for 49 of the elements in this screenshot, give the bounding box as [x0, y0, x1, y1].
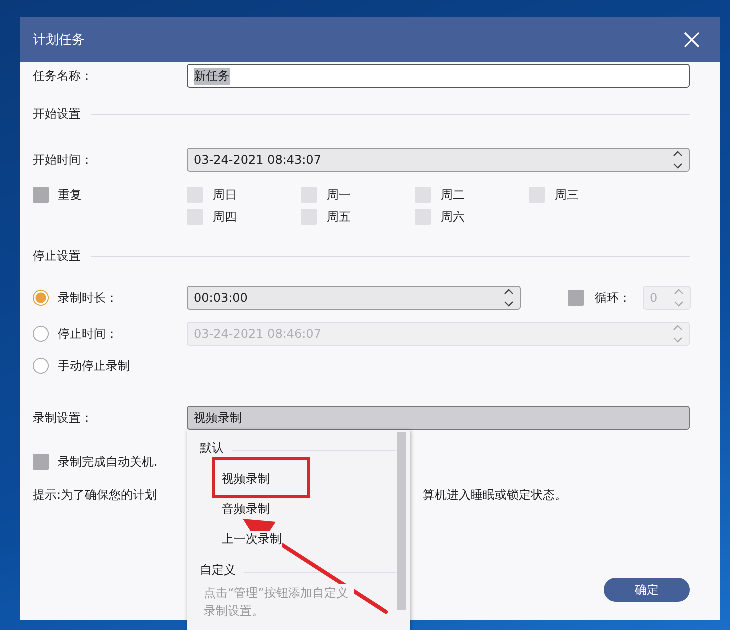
- window-title: 计划任务: [33, 32, 85, 48]
- weekday-label: 周五: [327, 208, 351, 226]
- start-time-field[interactable]: 03-24-2021 08:43:07: [187, 148, 690, 172]
- confirm-button[interactable]: 确定: [604, 578, 690, 602]
- close-icon[interactable]: [684, 32, 700, 48]
- radio-button[interactable]: [33, 326, 49, 342]
- checkbox-label: 录制完成自动关机.: [58, 454, 158, 470]
- time-field[interactable]: 00:03:00: [187, 286, 521, 310]
- weekday-label: 周日: [213, 186, 237, 204]
- weekday-checkbox[interactable]: [415, 187, 431, 203]
- weekday-checkbox[interactable]: [301, 187, 317, 203]
- radio-label: 手动停止录制: [58, 358, 130, 374]
- radio-label: 停止时间：: [58, 326, 118, 342]
- hint-text: 算机进入睡眠或锁定状态。: [423, 486, 567, 504]
- scrollbar-thumb[interactable]: [397, 432, 406, 610]
- menu-item[interactable]: 视频录制: [222, 471, 270, 487]
- spinner-icon[interactable]: [504, 288, 514, 308]
- section-title: 停止设置: [33, 248, 81, 264]
- weekday-label: 周一: [327, 186, 351, 204]
- weekday-checkbox[interactable]: [187, 187, 203, 203]
- weekday-label: 周三: [555, 186, 579, 204]
- checkbox-label: 重复: [58, 186, 82, 204]
- weekday-checkbox[interactable]: [187, 209, 203, 225]
- repeat-checkbox[interactable]: [33, 187, 49, 203]
- spinner-icon[interactable]: [673, 150, 683, 170]
- weekday-label: 周四: [213, 208, 237, 226]
- weekday-checkbox[interactable]: [301, 209, 317, 225]
- field-label: 录制设置：: [33, 410, 94, 426]
- group-title: 默认: [200, 440, 224, 456]
- auto-shutdown-checkbox[interactable]: [33, 454, 49, 470]
- menu-item[interactable]: 音频录制: [222, 501, 270, 517]
- weekday-label: 周二: [441, 186, 465, 204]
- field-label: 任务名称：: [33, 68, 94, 84]
- record-settings-dropdown[interactable]: 视频录制: [187, 406, 690, 430]
- weekday-checkbox[interactable]: [529, 187, 545, 203]
- radio-button[interactable]: [33, 290, 49, 306]
- checkbox-label: 循环：: [595, 290, 631, 306]
- section-title: 开始设置: [33, 106, 81, 122]
- weekday-checkbox[interactable]: [415, 209, 431, 225]
- hint-text: 提示:为了确保您的计划: [33, 486, 158, 504]
- radio-label: 录制时长：: [58, 290, 118, 306]
- task-name-field[interactable]: 新任务: [187, 64, 690, 88]
- weekday-label: 周六: [441, 208, 465, 226]
- radio-button[interactable]: [33, 358, 49, 374]
- menu-note: 点击“管理”按钮添加自定义录制设置。: [204, 584, 354, 620]
- group-title: 自定义: [200, 562, 236, 578]
- field-label: 开始时间：: [33, 152, 94, 168]
- loop-checkbox[interactable]: [568, 290, 584, 306]
- menu-item[interactable]: 上一次录制: [222, 531, 282, 547]
